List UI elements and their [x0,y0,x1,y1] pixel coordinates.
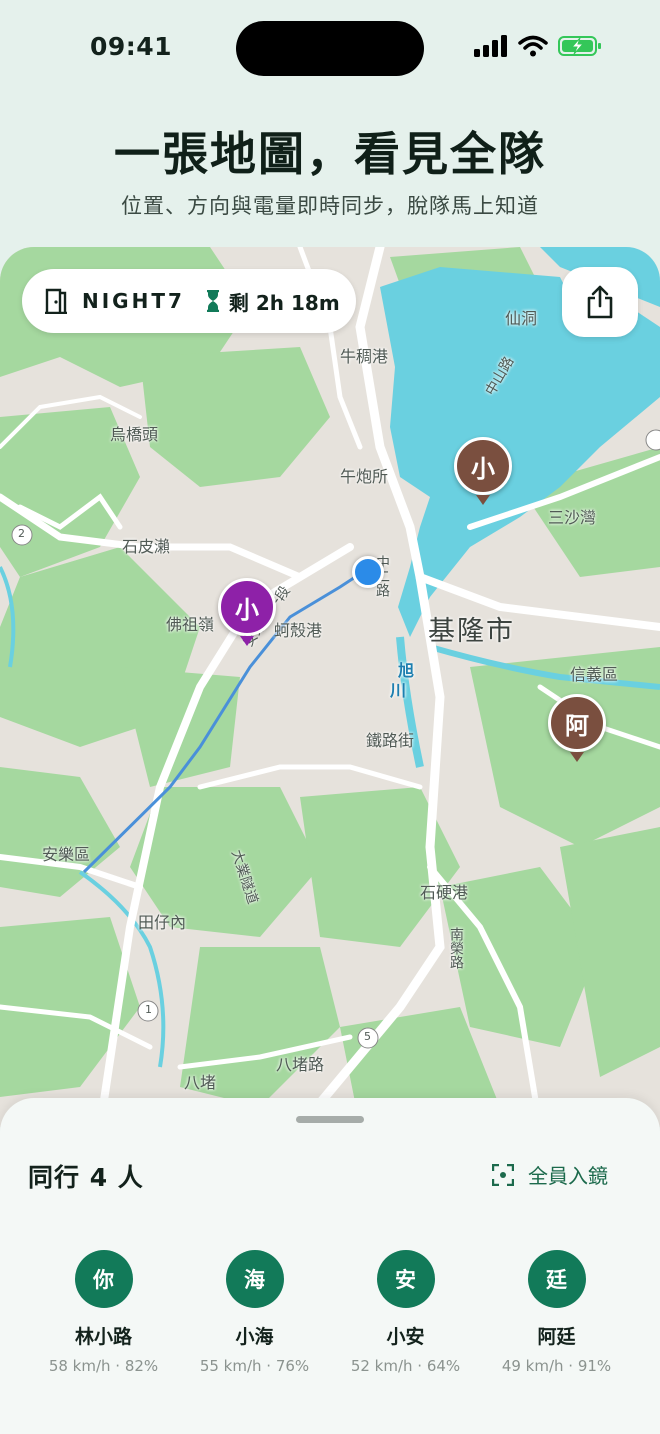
map-label: 石硬港 [420,883,469,902]
map-label: 仙洞 [505,309,538,328]
member-pin-disc: 小 [218,578,276,636]
member-pin[interactable]: 阿 [548,694,606,764]
hero-title: 一張地圖，看見全隊 [114,127,546,181]
battery-charging-icon [558,36,601,56]
map-label: 牛稠港 [340,347,389,366]
team-map[interactable]: 牛稠港 仙洞 烏橋頭 午炮所 三沙灣 石皮瀨 佛祖嶺 蚵殼港 基隆市 信義區 旭… [0,247,660,1127]
member-card[interactable]: 海 小海 55 km/h · 76% [179,1250,330,1375]
fit-all-label: 全員入鏡 [528,1164,608,1188]
fit-all-members-button[interactable]: 全員入鏡 [492,1160,608,1189]
member-name: 小海 [235,1326,274,1348]
wifi-icon [518,35,548,57]
member-stats: 55 km/h · 76% [199,1357,310,1375]
avatar: 安 [376,1250,435,1308]
avatar: 你 [74,1250,133,1308]
member-pin[interactable]: 小 [454,437,512,507]
status-bar: 09:41 [0,0,660,96]
map-label: 石皮瀨 [122,537,171,556]
map-label: 烏橋頭 [110,425,159,444]
road-shield-label: 2 [18,527,25,540]
hourglass-icon [206,290,219,312]
map-label: 八堵路 [276,1055,325,1074]
map-label: 安樂區 [42,845,91,864]
map-label: 蚵殼港 [274,621,323,640]
trip-info-chip[interactable]: NIGHT7 剩 2h 18m [22,269,356,333]
member-pin-disc: 小 [454,437,512,495]
focus-frame-icon [492,1163,514,1186]
status-time: 09:41 [90,32,173,61]
trip-code: NIGHT7 [82,289,185,313]
dynamic-island [236,21,424,76]
map-label-city: 基隆市 [428,616,515,647]
map-base [0,247,660,1127]
member-pin-disc: 阿 [548,694,606,752]
road-shield-label: 5 [364,1030,371,1043]
map-label-road: 南榮路 [448,927,464,969]
map-label: 午炮所 [340,467,389,486]
member-list: 你 林小路 58 km/h · 82% 海 小海 55 km/h · 76% 安… [28,1250,632,1375]
member-name: 小安 [386,1326,425,1348]
map-label: 田仔內 [138,913,187,932]
sheet-title: 同行 4 人 [28,1163,144,1192]
avatar: 海 [225,1250,284,1308]
member-pin[interactable]: 小 [218,578,276,648]
door-icon [45,288,67,314]
member-card[interactable]: 安 小安 52 km/h · 64% [330,1250,481,1375]
map-label-river: 川 [390,681,407,700]
avatar: 廷 [527,1250,586,1308]
map-label: 八堵 [184,1073,217,1092]
share-icon [587,285,613,319]
member-stats: 58 km/h · 82% [48,1357,159,1375]
share-button[interactable] [562,267,638,337]
map-label: 鐵路街 [366,731,415,750]
member-name: 林小路 [74,1326,132,1348]
cellular-signal-icon [474,35,507,57]
sheet-grabber[interactable] [296,1116,364,1123]
map-label: 佛祖嶺 [166,615,215,634]
road-shield-label: 1 [145,1003,152,1016]
hero-subtitle: 位置、方向與電量即時同步，脫隊馬上知道 [121,194,539,218]
member-stats: 52 km/h · 64% [350,1357,461,1375]
member-name: 阿廷 [537,1326,576,1348]
trip-remaining-time: 剩 2h 18m [228,290,340,315]
map-label: 信義區 [570,665,619,684]
map-label: 三沙灣 [548,508,597,527]
current-location-dot [352,556,384,588]
member-stats: 49 km/h · 91% [501,1357,612,1375]
member-card[interactable]: 廷 阿廷 49 km/h · 91% [481,1250,632,1375]
members-sheet[interactable]: 同行 4 人 全員入鏡 你 林小路 58 km/h · 82% 海 小海 55 … [0,1098,660,1434]
member-card[interactable]: 你 林小路 58 km/h · 82% [28,1250,179,1375]
